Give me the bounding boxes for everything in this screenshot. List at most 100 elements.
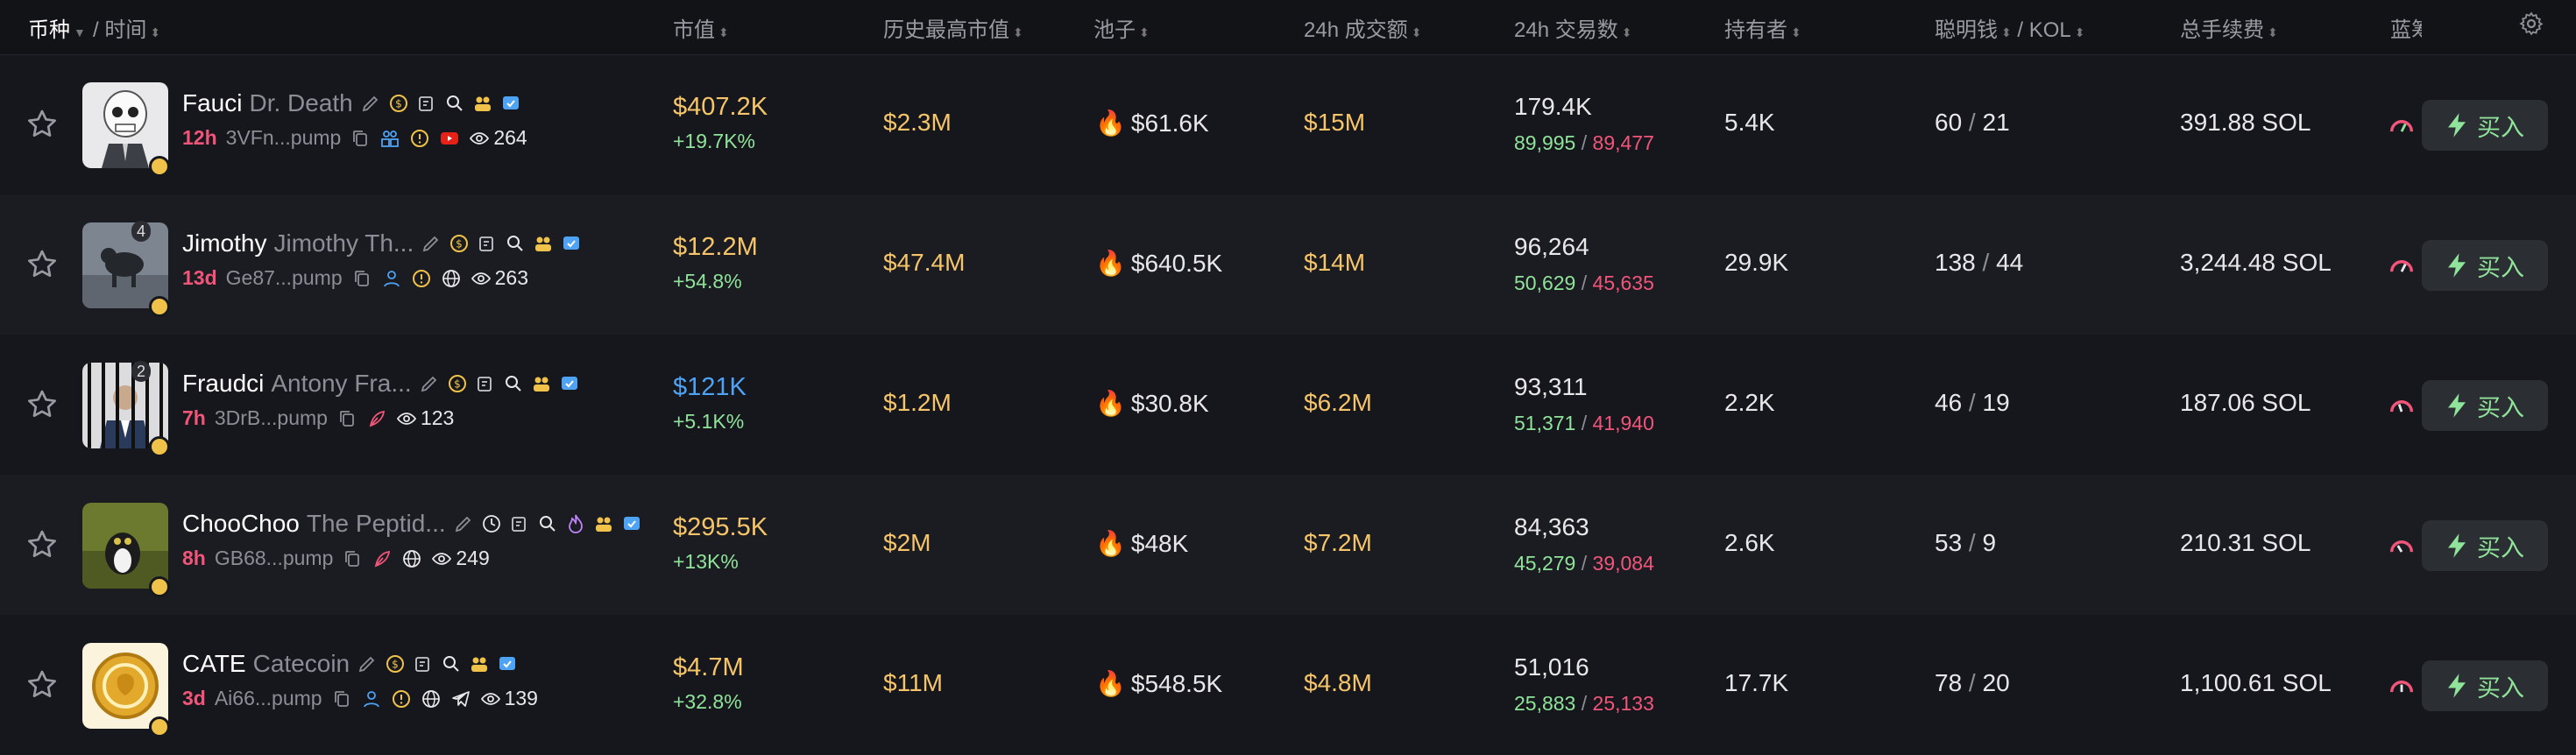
copy-icon[interactable] bbox=[336, 408, 357, 429]
telegram-icon[interactable] bbox=[450, 688, 471, 709]
token-table: 币种 ▼ / 时间 ⬍ 市值 ⬍ 历史最高市值 ⬍ 池子 ⬍ 24h 成交额 ⬍ 24h 交… bbox=[0, 0, 2576, 746]
header-holders[interactable]: 持有者 ⬍ bbox=[1724, 12, 1801, 43]
note-edit-icon[interactable] bbox=[416, 93, 437, 114]
token-avatar[interactable] bbox=[82, 222, 168, 308]
search-icon[interactable] bbox=[537, 513, 558, 534]
header-coin[interactable]: 币种 ▼ bbox=[28, 12, 86, 43]
globe-icon[interactable] bbox=[421, 688, 442, 709]
copy-icon[interactable] bbox=[331, 688, 352, 709]
warning-icon[interactable] bbox=[409, 128, 430, 149]
token-age: 12h bbox=[182, 126, 217, 149]
launch-count-badge: 4 bbox=[131, 221, 152, 242]
community-icon[interactable] bbox=[593, 513, 614, 534]
header-pool[interactable]: 池子 ⬍ bbox=[1093, 12, 1150, 43]
header-txns[interactable]: 24h 交易数 ⬍ bbox=[1514, 12, 1631, 43]
settings-gear-icon[interactable] bbox=[2518, 11, 2544, 37]
search-icon[interactable] bbox=[505, 233, 526, 254]
verified-chat-icon[interactable] bbox=[559, 373, 580, 394]
lightning-icon bbox=[2448, 253, 2466, 278]
table-row[interactable]: 4 Jimothy Jimothy Th... $ 13d Ge87...pum… bbox=[0, 194, 2576, 335]
token-full-name: Jimothy Th... bbox=[273, 229, 414, 257]
note-edit-icon[interactable] bbox=[477, 233, 498, 254]
token-address: Ai66...pump bbox=[214, 687, 322, 709]
copy-icon[interactable] bbox=[350, 128, 371, 149]
token-symbol[interactable]: Fauci bbox=[182, 89, 242, 117]
table-row[interactable]: ChooChoo The Peptid... 8h GB68...pump 24… bbox=[0, 475, 2576, 615]
note-edit-icon[interactable] bbox=[413, 653, 434, 674]
token-avatar[interactable] bbox=[82, 363, 168, 448]
user-icon[interactable] bbox=[381, 268, 402, 289]
header-volume[interactable]: 24h 成交额 ⬍ bbox=[1304, 12, 1421, 43]
buy-button[interactable]: 买入 bbox=[2422, 520, 2548, 571]
warning-icon[interactable] bbox=[411, 268, 432, 289]
globe-icon[interactable] bbox=[441, 268, 462, 289]
txns-sells: 89,477 bbox=[1592, 131, 1654, 154]
sort-icon: ⬍ bbox=[1139, 25, 1150, 39]
favorite-star-icon[interactable] bbox=[25, 387, 60, 422]
holders-group-icon[interactable] bbox=[379, 128, 400, 149]
market-cap-change: +5.1K% bbox=[673, 410, 745, 433]
feather-icon[interactable] bbox=[372, 548, 393, 569]
token-symbol[interactable]: ChooChoo bbox=[182, 510, 300, 538]
token-symbol[interactable]: CATE bbox=[182, 650, 246, 678]
feather-icon[interactable] bbox=[366, 408, 387, 429]
community-icon[interactable] bbox=[531, 373, 552, 394]
globe-icon[interactable] bbox=[401, 548, 422, 569]
note-edit-icon[interactable] bbox=[475, 373, 496, 394]
table-row[interactable]: CATE Catecoin $ 3d Ai66...pump 139 $4.7M… bbox=[0, 615, 2576, 755]
note-edit-icon[interactable] bbox=[509, 513, 530, 534]
youtube-icon[interactable] bbox=[439, 128, 460, 149]
community-icon[interactable] bbox=[469, 653, 490, 674]
clock-icon[interactable] bbox=[481, 513, 502, 534]
coin-swap-icon[interactable]: $ bbox=[449, 233, 470, 254]
header-mcap[interactable]: 市值 ⬍ bbox=[673, 12, 729, 43]
search-icon[interactable] bbox=[503, 373, 524, 394]
verified-chat-icon[interactable] bbox=[621, 513, 642, 534]
verified-chat-icon[interactable] bbox=[561, 233, 582, 254]
buy-button[interactable]: 买入 bbox=[2422, 660, 2548, 711]
community-icon[interactable] bbox=[472, 93, 493, 114]
edit-pencil-icon[interactable] bbox=[360, 93, 381, 114]
table-row[interactable]: 2 Fraudci Antony Fra... $ 7h 3DrB...pump… bbox=[0, 335, 2576, 475]
coin-swap-icon[interactable]: $ bbox=[385, 653, 406, 674]
header-bluechip[interactable]: 蓝筹 bbox=[2390, 12, 2422, 43]
token-symbol[interactable]: Jimothy bbox=[182, 229, 266, 258]
user-icon[interactable] bbox=[361, 688, 382, 709]
buy-button[interactable]: 买入 bbox=[2422, 100, 2548, 151]
table-row[interactable]: Fauci Dr. Death $ 12h 3VFn...pump 264 $4… bbox=[0, 54, 2576, 194]
header-ath[interactable]: 历史最高市值 ⬍ bbox=[883, 12, 1023, 43]
token-avatar[interactable] bbox=[82, 82, 168, 168]
header-time[interactable]: / 时间 ⬍ bbox=[93, 12, 160, 43]
token-avatar[interactable] bbox=[82, 503, 168, 589]
header-smart-money[interactable]: 聪明钱 ⬍ / KOL ⬍ bbox=[1935, 12, 2085, 43]
search-icon[interactable] bbox=[441, 653, 462, 674]
txns-sells: 41,940 bbox=[1592, 412, 1654, 434]
buy-button[interactable]: 买入 bbox=[2422, 240, 2548, 291]
copy-icon[interactable] bbox=[351, 268, 372, 289]
views-count: 264 bbox=[469, 126, 527, 150]
buy-button[interactable]: 买入 bbox=[2422, 380, 2548, 431]
favorite-star-icon[interactable] bbox=[25, 247, 60, 282]
warning-icon[interactable] bbox=[391, 688, 412, 709]
sort-icon: ⬍ bbox=[1621, 25, 1632, 39]
edit-pencil-icon[interactable] bbox=[453, 513, 474, 534]
verified-chat-icon[interactable] bbox=[497, 653, 518, 674]
edit-pencil-icon[interactable] bbox=[421, 233, 442, 254]
copy-icon[interactable] bbox=[342, 548, 363, 569]
favorite-star-icon[interactable] bbox=[25, 667, 60, 702]
buy-label: 买入 bbox=[2477, 254, 2524, 281]
header-fees[interactable]: 总手续费 ⬍ bbox=[2180, 12, 2278, 43]
token-symbol[interactable]: Fraudci bbox=[182, 370, 264, 398]
coin-swap-icon[interactable]: $ bbox=[447, 373, 468, 394]
search-icon[interactable] bbox=[444, 93, 465, 114]
favorite-star-icon[interactable] bbox=[25, 107, 60, 142]
token-avatar[interactable] bbox=[82, 643, 168, 729]
txns-buy-sell: 89,995 / 89,477 bbox=[1514, 131, 1654, 155]
edit-pencil-icon[interactable] bbox=[419, 373, 440, 394]
flame-icon[interactable] bbox=[565, 513, 586, 534]
coin-swap-icon[interactable]: $ bbox=[388, 93, 409, 114]
favorite-star-icon[interactable] bbox=[25, 527, 60, 562]
edit-pencil-icon[interactable] bbox=[357, 653, 378, 674]
verified-chat-icon[interactable] bbox=[500, 93, 521, 114]
community-icon[interactable] bbox=[533, 233, 554, 254]
